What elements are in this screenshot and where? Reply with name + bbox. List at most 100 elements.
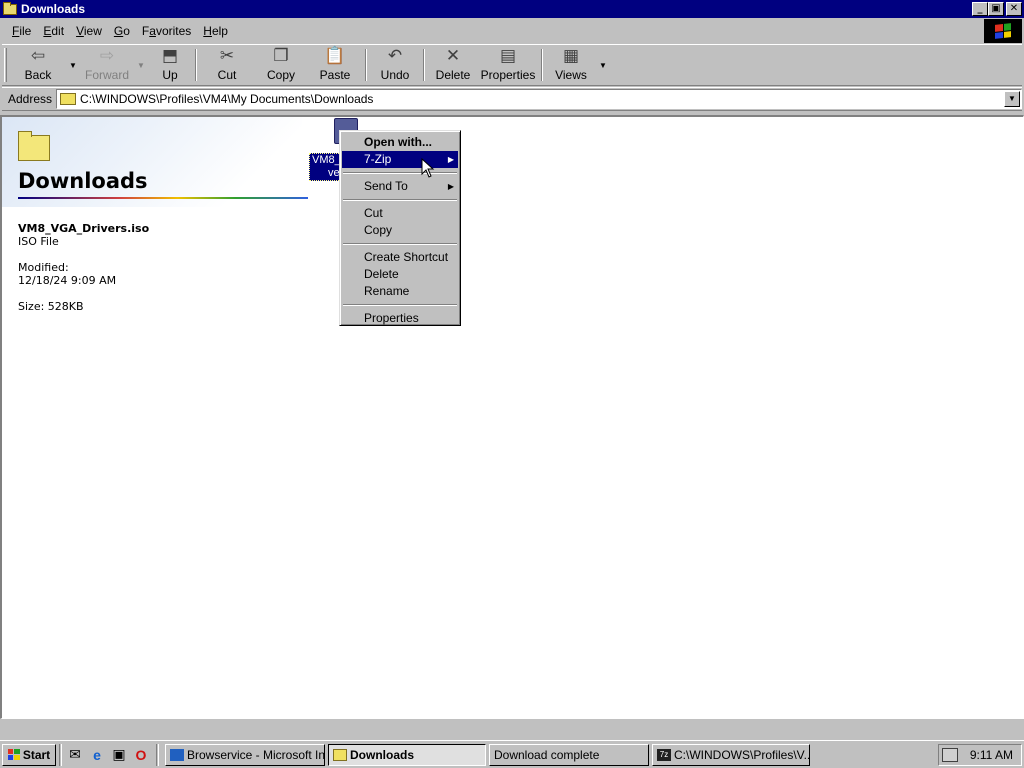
- menu-7zip[interactable]: 7-Zip ▶: [342, 151, 458, 168]
- caption-buttons: _ ▣ ✕: [972, 2, 1022, 16]
- taskbar-grip[interactable]: [156, 743, 159, 766]
- menu-file[interactable]: File: [6, 24, 37, 38]
- task-label: Downloads: [350, 747, 415, 762]
- toolbar-separator: [541, 49, 543, 81]
- paste-button[interactable]: 📋 Paste: [308, 45, 362, 85]
- delete-x-icon: ✕: [445, 46, 461, 66]
- address-bar: Address C:\WINDOWS\Profiles\VM4\My Docum…: [2, 87, 1022, 111]
- forward-dropdown-button[interactable]: ▼: [134, 45, 148, 85]
- selected-file-name: VM8_VGA_Drivers.iso: [18, 222, 150, 235]
- show-desktop-icon[interactable]: ▣: [109, 745, 129, 765]
- properties-icon: ▤: [499, 46, 517, 66]
- task-browservice[interactable]: Browservice - Microsoft Int...: [165, 743, 325, 766]
- undo-icon: ↶: [387, 46, 403, 66]
- paste-label: Paste: [319, 68, 351, 82]
- menu-separator: [343, 304, 457, 306]
- menu-copy[interactable]: Copy: [342, 222, 458, 239]
- address-input[interactable]: C:\WINDOWS\Profiles\VM4\My Documents\Dow…: [56, 89, 1022, 109]
- address-label: Address: [8, 92, 53, 106]
- system-tray: 9:11 AM: [938, 744, 1022, 766]
- start-button[interactable]: Start: [2, 743, 56, 766]
- copy-button[interactable]: ❐ Copy: [254, 45, 308, 85]
- file-size: Size: 528KB: [18, 300, 84, 313]
- back-button[interactable]: ⇦ Back: [10, 45, 66, 85]
- iso-file-label[interactable]: VM8_ ve: [309, 153, 341, 181]
- start-label: Start: [22, 747, 51, 762]
- minimize-button[interactable]: _: [972, 2, 988, 16]
- menu-send-to[interactable]: Send To ▶: [342, 178, 458, 195]
- menu-delete[interactable]: Delete: [342, 266, 458, 283]
- menu-go[interactable]: Go: [108, 24, 136, 38]
- views-button[interactable]: ▦ Views: [546, 45, 596, 85]
- internet-explorer-icon[interactable]: e: [87, 745, 107, 765]
- window-title: Downloads: [21, 2, 86, 16]
- toolbar-separator: [195, 49, 197, 81]
- menu-edit[interactable]: Edit: [37, 24, 70, 38]
- menu-bar: File Edit View Go Favorites Help: [0, 20, 1024, 42]
- outlook-express-icon[interactable]: ✉: [65, 745, 85, 765]
- forward-arrow-icon: ⇨: [99, 46, 115, 66]
- network-tray-icon[interactable]: [941, 748, 958, 762]
- cut-label: Cut: [217, 68, 237, 82]
- folder-icon: [60, 93, 77, 105]
- folder-icon: [3, 1, 17, 15]
- back-label: Back: [24, 68, 52, 82]
- views-grid-icon: ▦: [562, 46, 580, 66]
- menu-favorites[interactable]: Favorites: [136, 24, 197, 38]
- task-label: Download complete: [494, 747, 600, 762]
- task-downloads[interactable]: Downloads: [328, 743, 486, 766]
- folder-watermark: [2, 117, 302, 207]
- menu-separator: [343, 243, 457, 245]
- menu-open-with[interactable]: Open with...: [342, 134, 458, 151]
- modified-value: 12/18/24 9:09 AM: [18, 274, 117, 287]
- 7zip-icon: 7z: [657, 748, 671, 761]
- copy-icon: ❐: [273, 46, 289, 66]
- properties-button[interactable]: ▤ Properties: [478, 45, 538, 85]
- toolbar-separator: [423, 49, 425, 81]
- folder-title: Downloads: [18, 169, 148, 193]
- forward-label: Forward: [84, 68, 129, 82]
- close-button[interactable]: ✕: [1006, 2, 1022, 16]
- menu-help[interactable]: Help: [197, 24, 234, 38]
- task-label: C:\WINDOWS\Profiles\V...: [674, 747, 810, 762]
- opera-icon[interactable]: O: [131, 745, 151, 765]
- toolbar-grip[interactable]: [4, 48, 7, 82]
- menu-separator: [343, 199, 457, 201]
- clock[interactable]: 9:11 AM: [970, 748, 1013, 762]
- menu-view[interactable]: View: [70, 24, 108, 38]
- maximize-button[interactable]: ▣: [988, 2, 1004, 16]
- menu-create-shortcut[interactable]: Create Shortcut: [342, 249, 458, 266]
- cut-button[interactable]: ✂ Cut: [200, 45, 254, 85]
- menu-7zip-label: 7-Zip: [364, 152, 392, 166]
- submenu-arrow-icon: ▶: [447, 155, 454, 164]
- menu-properties[interactable]: Properties: [342, 310, 458, 327]
- task-download-complete[interactable]: Download complete: [489, 743, 649, 766]
- mouse-pointer-icon: [421, 158, 435, 178]
- address-value[interactable]: C:\WINDOWS\Profiles\VM4\My Documents\Dow…: [80, 92, 373, 106]
- title-bar[interactable]: Downloads _ ▣ ✕: [0, 0, 1024, 18]
- ie-window-icon: [170, 748, 184, 761]
- file-label-line2: ve: [328, 167, 340, 179]
- delete-label: Delete: [435, 68, 471, 82]
- submenu-arrow-icon: ▶: [447, 182, 454, 191]
- menu-rename[interactable]: Rename: [342, 283, 458, 300]
- address-dropdown-button[interactable]: ▼: [1004, 91, 1020, 107]
- menu-cut[interactable]: Cut: [342, 205, 458, 222]
- context-menu: Open with... 7-Zip ▶ Send To ▶ Cut Copy …: [339, 130, 461, 326]
- menu-separator: [343, 172, 457, 174]
- taskbar-grip[interactable]: [59, 743, 62, 766]
- windows-flag-icon: [7, 749, 20, 760]
- scissors-icon: ✂: [219, 46, 235, 66]
- up-label: Up: [162, 68, 178, 82]
- task-7zip-path[interactable]: 7z C:\WINDOWS\Profiles\V...: [652, 743, 810, 766]
- up-button[interactable]: ⬒ Up: [148, 45, 192, 85]
- back-dropdown-button[interactable]: ▼: [66, 45, 80, 85]
- task-label: Browservice - Microsoft Int...: [187, 747, 325, 762]
- toolbar: ⇦ Back ▼ ⇨ Forward ▼ ⬒ Up ✂ Cut ❐ Copy 📋…: [2, 44, 1022, 86]
- undo-button[interactable]: ↶ Undo: [370, 45, 420, 85]
- windows-logo-icon: [984, 19, 1022, 43]
- views-dropdown-button[interactable]: ▼: [596, 45, 610, 85]
- delete-button[interactable]: ✕ Delete: [428, 45, 478, 85]
- folder-view[interactable]: Downloads VM8_VGA_Drivers.iso ISO File M…: [0, 115, 1024, 719]
- forward-button[interactable]: ⇨ Forward: [80, 45, 134, 85]
